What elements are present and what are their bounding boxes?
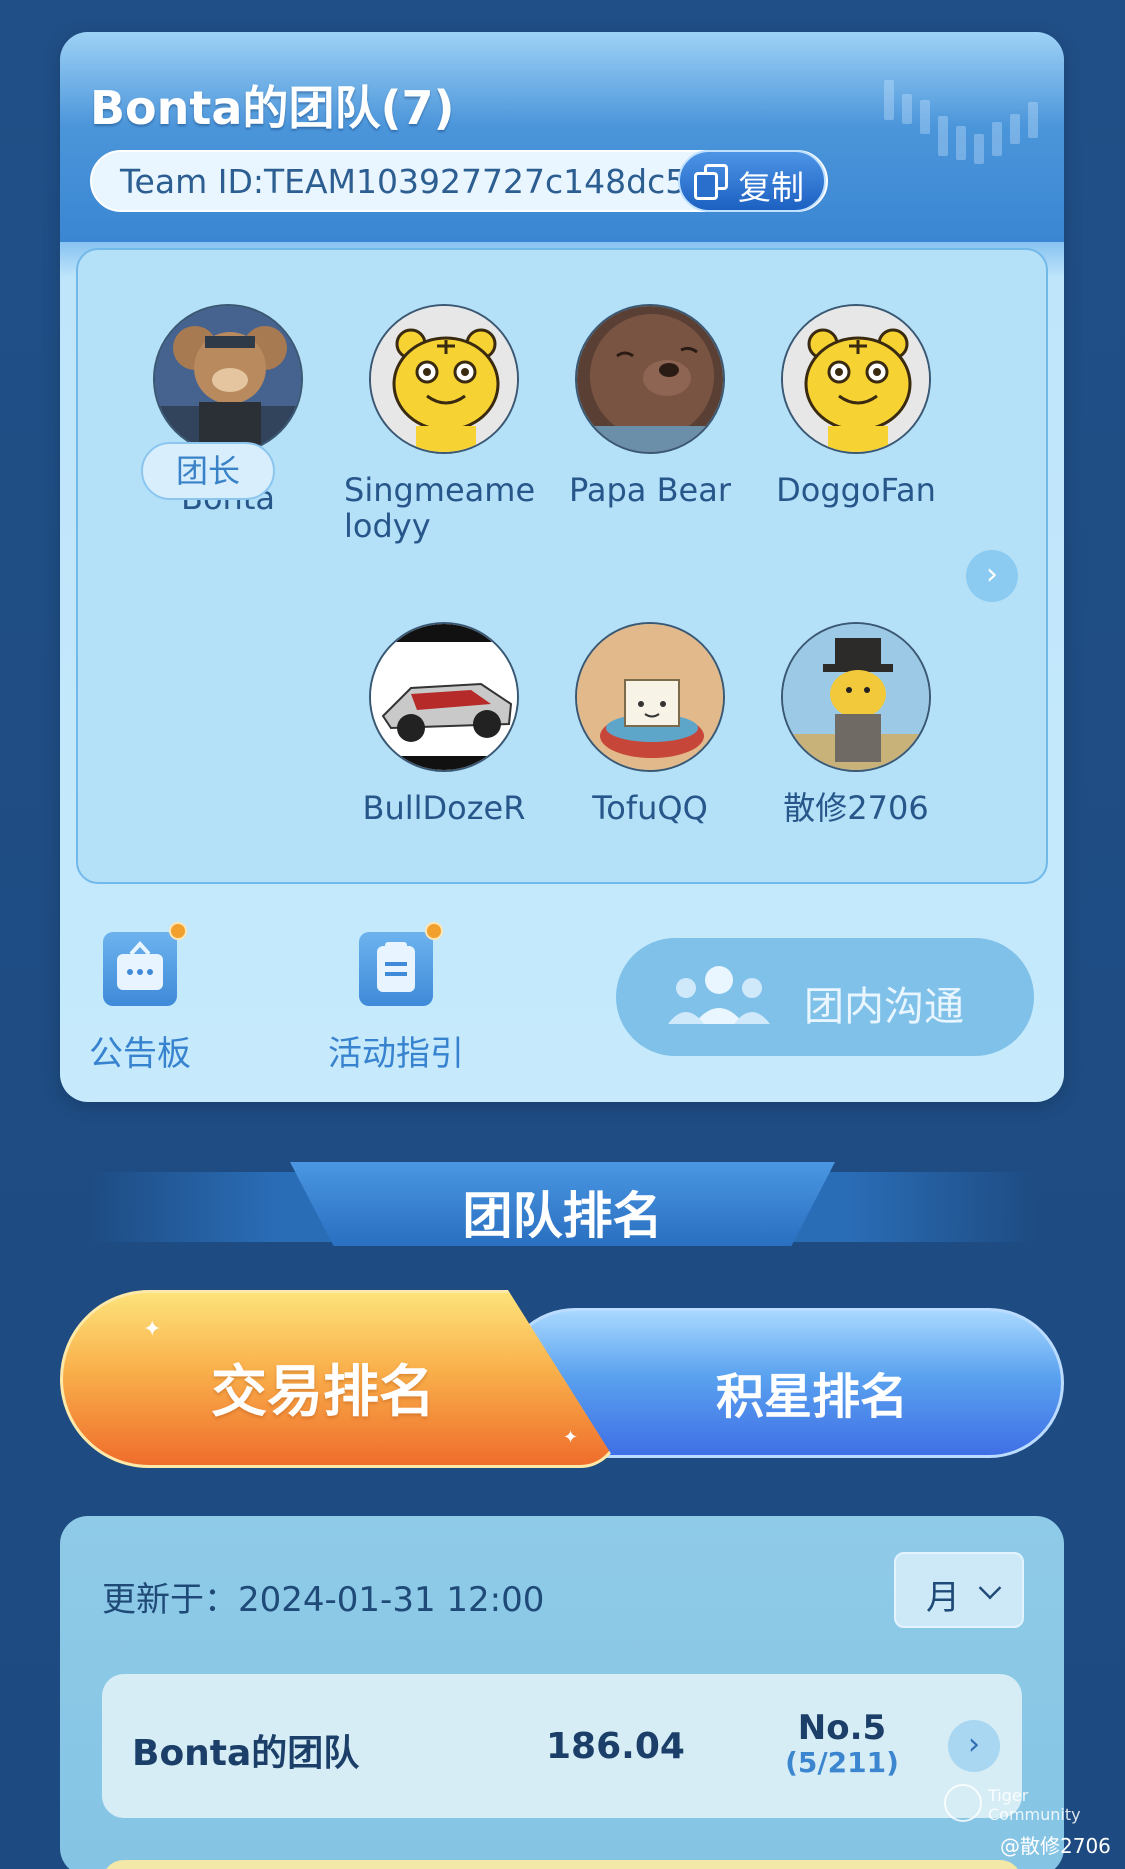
member-sanxiu2706[interactable]: 散修2706 bbox=[756, 622, 956, 826]
tab-trade-ranking[interactable]: ✦ ✦ 交易排名 bbox=[60, 1290, 620, 1468]
row-rank: No.5 (5/211) bbox=[742, 1708, 942, 1779]
members-grid: 团长 Bonta bbox=[76, 248, 1048, 884]
chevron-down-icon bbox=[978, 1576, 1002, 1600]
member-name: 散修2706 bbox=[783, 789, 929, 827]
ranking-tabs: 积星排名 ✦ ✦ 交易排名 bbox=[60, 1290, 1064, 1468]
watermark-user: @散修2706 bbox=[1000, 1834, 1111, 1858]
next-page-arrow[interactable]: › bbox=[966, 550, 1018, 602]
member-bonta[interactable]: 团长 Bonta bbox=[128, 304, 328, 516]
period-select[interactable]: 月 bbox=[894, 1552, 1024, 1628]
member-name: Singmeame lodyy bbox=[344, 471, 536, 545]
sparkle-icon: ✦ bbox=[563, 1427, 579, 1448]
period-value: 月 bbox=[926, 1578, 960, 1618]
bulletin-board-label: 公告板 bbox=[89, 1034, 191, 1074]
team-rank-row[interactable]: Bonta的团队 186.04 No.5 (5/211) › bbox=[102, 1674, 1022, 1818]
candlestick-decoration bbox=[874, 70, 1054, 190]
tofu-avatar bbox=[575, 622, 725, 772]
tiger-gentleman-avatar bbox=[781, 622, 931, 772]
team-header: Bonta的团队(7) Team ID:TEAM103927727c148dc5… bbox=[60, 32, 1064, 242]
document-icon bbox=[359, 922, 443, 1006]
copy-button[interactable]: 复制 bbox=[678, 150, 826, 212]
sparkle-icon: ✦ bbox=[143, 1317, 162, 1342]
row-team-name: Bonta的团队 bbox=[132, 1733, 360, 1774]
watermark-brand: Tiger Community bbox=[988, 1786, 1081, 1824]
chevron-right-icon[interactable]: › bbox=[948, 1720, 1000, 1772]
notification-dot bbox=[169, 922, 187, 940]
bulletin-board-button[interactable]: 公告板 bbox=[70, 922, 210, 1075]
team-page: { "team": { "title": "Bonta的团队(7)", "tea… bbox=[0, 0, 1125, 1869]
teddy-bear-avatar bbox=[575, 304, 725, 454]
leader-badge: 团长 bbox=[141, 442, 275, 500]
member-name: BullDozeR bbox=[362, 789, 526, 827]
bear-avatar bbox=[153, 304, 303, 454]
tiger-avatar bbox=[369, 304, 519, 454]
copy-icon bbox=[694, 164, 728, 200]
row-score: 186.04 bbox=[546, 1726, 685, 1767]
member-papa-bear[interactable]: Papa Bear bbox=[550, 304, 750, 508]
rank-number: No.5 bbox=[797, 1708, 887, 1748]
member-name: TofuQQ bbox=[592, 789, 708, 827]
tiger-logo-icon bbox=[944, 1784, 982, 1822]
team-chat-button[interactable]: 团内沟通 bbox=[616, 938, 1034, 1056]
tab-trade-ranking-label: 交易排名 bbox=[211, 1360, 435, 1425]
group-icon bbox=[668, 966, 770, 1024]
team-title: Bonta的团队(7) bbox=[90, 81, 455, 135]
ranking-banner: 团队排名 bbox=[0, 1162, 1125, 1252]
copy-label: 复制 bbox=[738, 168, 804, 207]
ranking-title: 团队排名 bbox=[462, 1187, 663, 1245]
next-rank-row bbox=[102, 1860, 1022, 1869]
member-tofuqq[interactable]: TofuQQ bbox=[550, 622, 750, 826]
member-doggofan[interactable]: DoggoFan bbox=[756, 304, 956, 508]
message-box-icon bbox=[103, 922, 187, 1006]
member-name: Papa Bear bbox=[569, 471, 731, 509]
notification-dot bbox=[425, 922, 443, 940]
team-id-text: Team ID:TEAM103927727c148dc5 bbox=[120, 162, 687, 201]
ranking-panel: 更新于：2024-01-31 12:00 月 Bonta的团队 186.04 N… bbox=[60, 1516, 1064, 1869]
member-name: DoggoFan bbox=[776, 471, 936, 509]
member-bulldozer[interactable]: BullDozeR bbox=[344, 622, 544, 826]
tiger-avatar bbox=[781, 304, 931, 454]
activity-guide-button[interactable]: 活动指引 bbox=[326, 922, 466, 1075]
member-singmeamelodyy[interactable]: Singmeame lodyy bbox=[344, 304, 544, 544]
team-chat-label: 团内沟通 bbox=[804, 984, 964, 1030]
update-time: 更新于：2024-01-31 12:00 bbox=[102, 1580, 545, 1620]
race-car-avatar bbox=[369, 622, 519, 772]
rank-fraction: (5/211) bbox=[785, 1746, 899, 1779]
activity-guide-label: 活动指引 bbox=[328, 1034, 464, 1074]
team-card: Bonta的团队(7) Team ID:TEAM103927727c148dc5… bbox=[60, 32, 1064, 1102]
